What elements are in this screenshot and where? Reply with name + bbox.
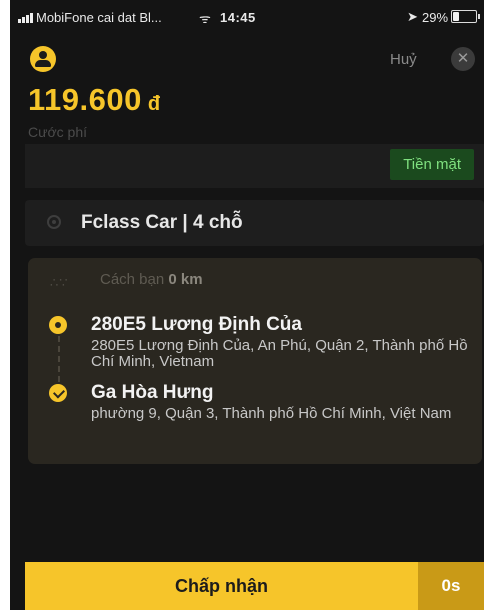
status-bar: MobiFone cai dat Bl... ᯤ 14:45 ➤ 29% [10,0,484,34]
origin-pin-icon [49,316,67,334]
wifi-icon: ᯤ [199,11,211,26]
carrier-name: MobiFone cai dat Bl... [36,10,162,25]
status-time: 14:45 [220,10,256,25]
cancel-button[interactable]: Huỷ [390,51,417,68]
fare-currency: đ [147,93,161,115]
fare-label: Cước phí [28,124,88,140]
fare-value: 119.600 [28,82,142,117]
vehicle-type-icon [47,215,61,229]
user-icon [39,51,47,59]
fare-amount: 119.600 đ [28,82,161,118]
trip-card: ∴∵ Cách bạn 0 km 280E5 Lương Định Của 28… [28,258,482,464]
close-icon[interactable]: ✕ [451,47,475,71]
vehicle-row: Fclass Car | 4 chỗ [25,200,484,246]
destination-address: phường 9, Quận 3, Thành phố Hồ Chí Minh,… [91,405,452,422]
distance-prefix: Cách bạn [100,271,165,288]
distance-icon: ∴∵ [50,275,69,290]
countdown-timer: 0s [418,562,484,610]
distance-row: ∴∵ Cách bạn 0 km [28,258,482,298]
battery-percent: 29% [422,10,449,25]
accept-button[interactable]: Chấp nhận [25,562,418,610]
payment-method-badge: Tiền mặt [390,149,474,180]
avatar[interactable] [30,46,56,72]
signal-icon [18,13,33,23]
origin-title: 280E5 Lương Định Của [91,314,302,335]
ride-request-screen: MobiFone cai dat Bl... ᯤ 14:45 ➤ 29% Huỷ… [10,0,484,610]
distance-value: 0 km [168,271,203,288]
destination-title: Ga Hòa Hưng [91,382,214,403]
location-arrow-icon: ➤ [407,9,418,24]
distance-text: Cách bạn 0 km [100,271,203,288]
battery-level [453,12,459,21]
vehicle-label: Fclass Car | 4 chỗ [81,212,243,233]
route-line [58,336,60,382]
destination-check-icon [49,384,67,402]
payment-row: Tiền mặt [25,144,484,188]
battery-icon [451,10,480,23]
origin-address: 280E5 Lương Định Của, An Phú, Quận 2, Th… [91,337,468,370]
